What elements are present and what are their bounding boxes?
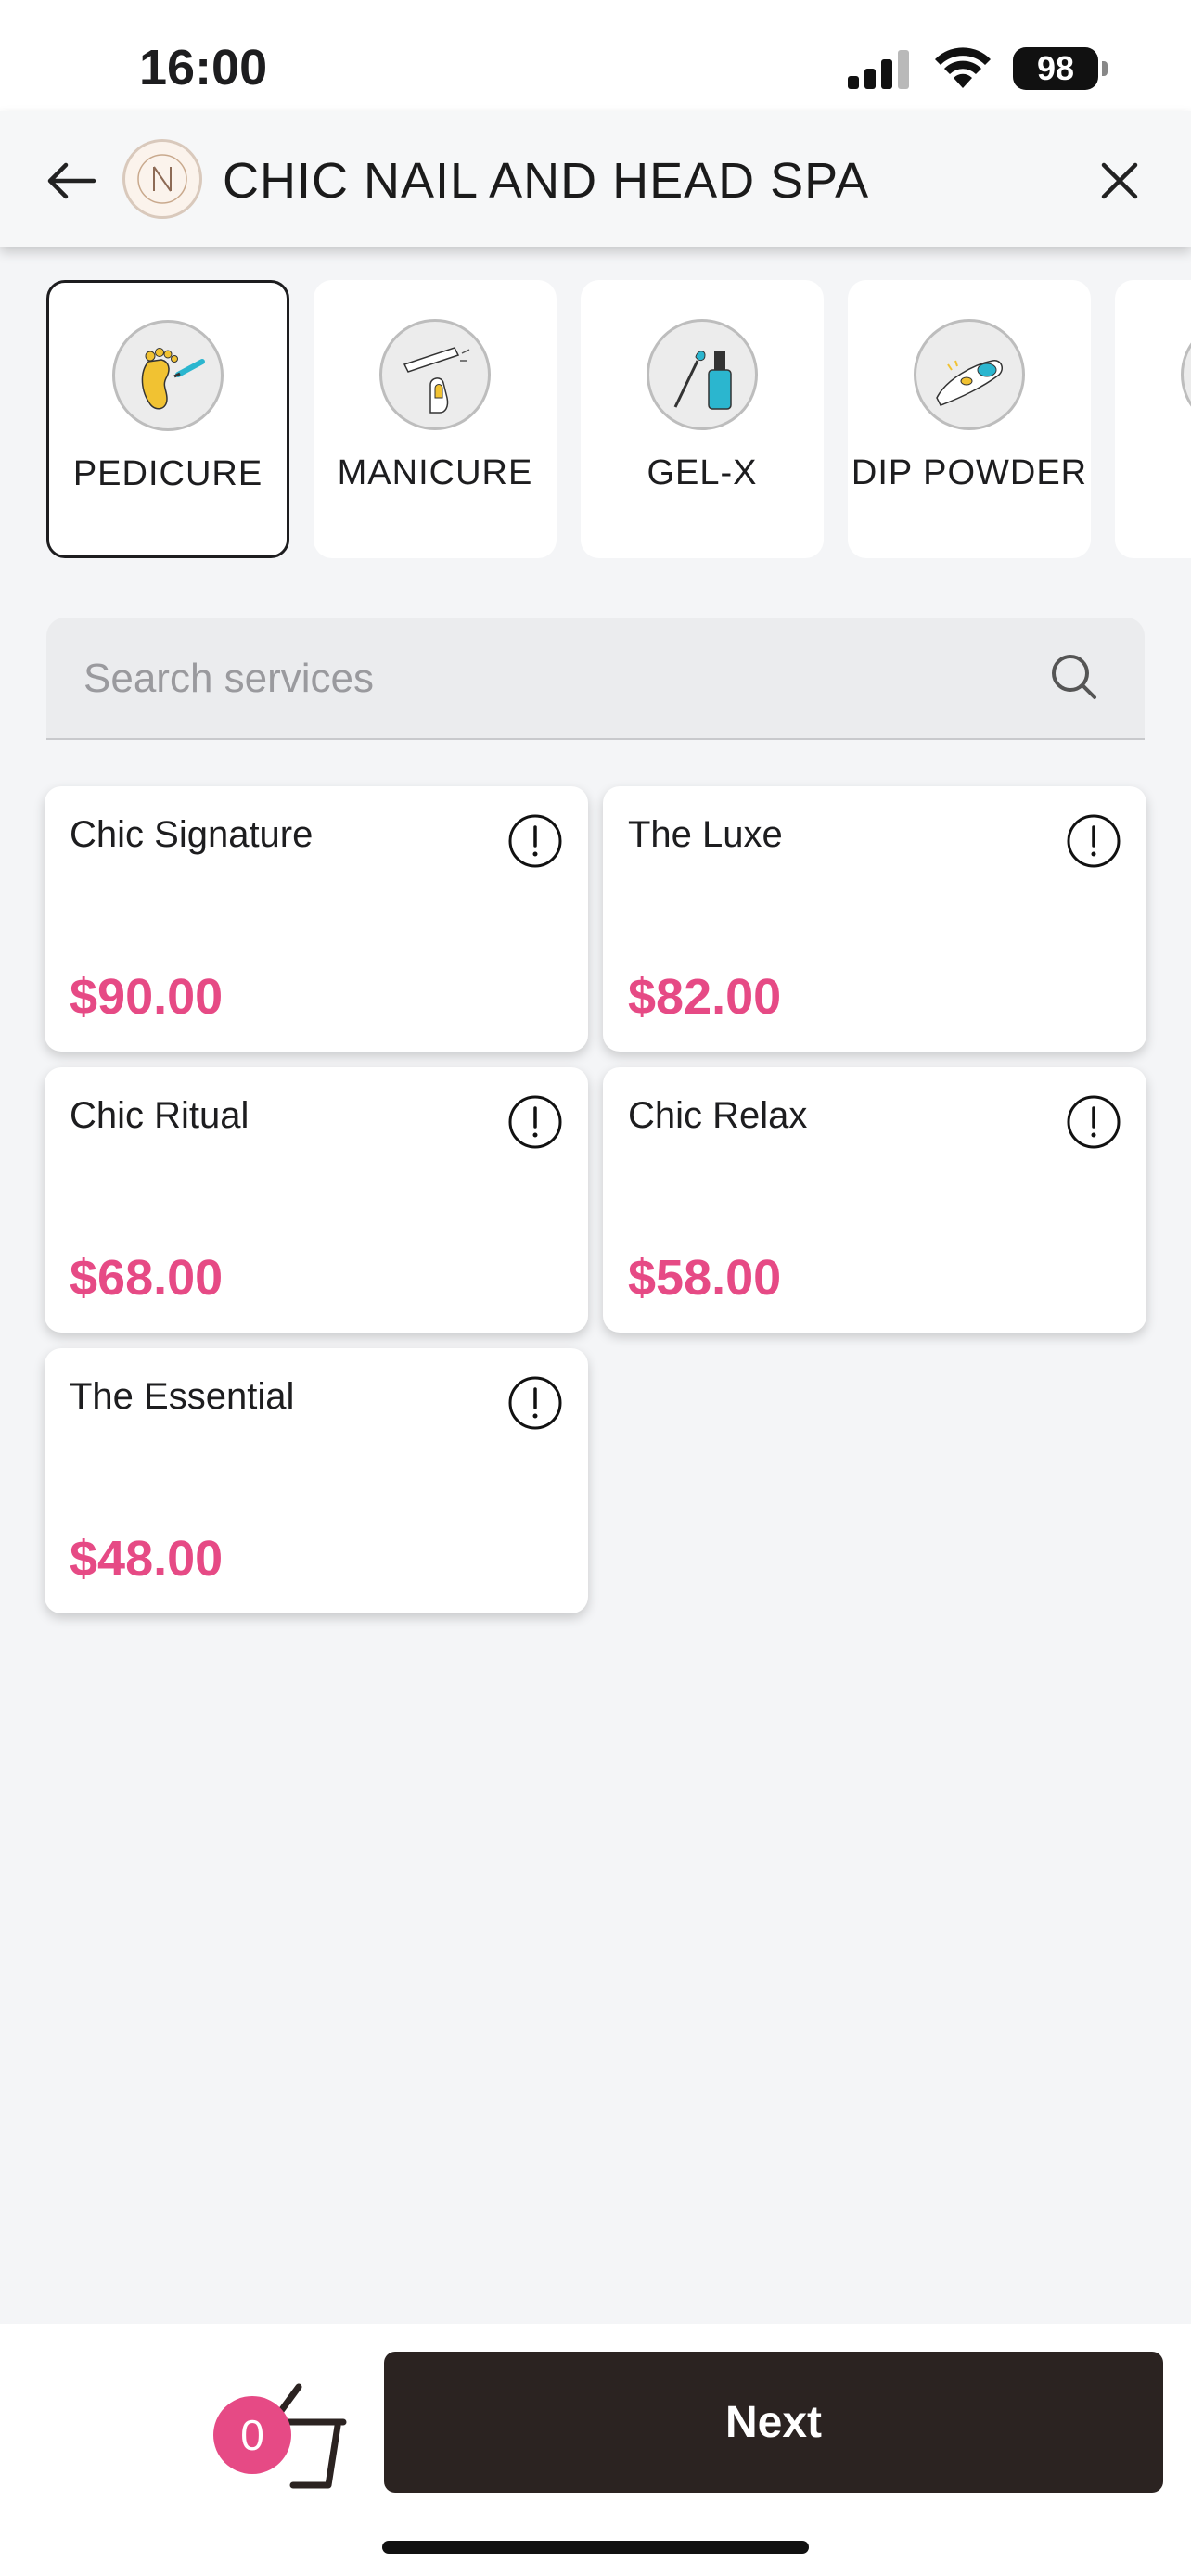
service-card-chic-ritual[interactable]: Chic Ritual $68.00: [45, 1067, 588, 1333]
search-bar: [46, 618, 1145, 740]
logo-monogram-icon: [137, 154, 187, 204]
service-card-the-luxe[interactable]: The Luxe $82.00: [603, 786, 1146, 1052]
bottom-action-bar: 0 Next: [0, 2324, 1191, 2576]
tab-partial-category[interactable]: A: [1115, 280, 1191, 558]
cellular-signal-icon: [848, 50, 909, 89]
service-name: The Essential: [70, 1376, 295, 1417]
dip-nail-icon: [914, 319, 1025, 430]
arrow-left-icon: [47, 162, 96, 199]
battery-level: 98: [1036, 49, 1075, 87]
nail-file-icon: [379, 319, 491, 430]
close-button[interactable]: [1087, 148, 1152, 213]
service-price: $58.00: [628, 1250, 782, 1306]
battery-indicator: 98: [1013, 47, 1108, 90]
search-icon[interactable]: [1046, 649, 1102, 705]
status-time: 16:00: [139, 40, 268, 96]
gel-polish-icon: [647, 319, 758, 430]
home-indicator: [382, 2541, 809, 2554]
close-icon: [1101, 162, 1138, 199]
status-icons: 98: [848, 47, 1108, 90]
tab-dip-powder[interactable]: DIP POWDER: [848, 280, 1091, 558]
service-name: Chic Signature: [70, 814, 314, 855]
service-card-chic-relax[interactable]: Chic Relax $58.00: [603, 1067, 1146, 1333]
service-card-chic-signature[interactable]: Chic Signature $90.00: [45, 786, 588, 1052]
service-name: The Luxe: [628, 814, 783, 855]
status-bar: 16:00 98: [0, 0, 1191, 111]
service-price: $48.00: [70, 1531, 224, 1587]
partial-category-icon: [1181, 319, 1191, 430]
category-label: PEDICURE: [72, 454, 263, 493]
category-tabs: PEDICURE MANICURE GEL-X DIP POWDER: [46, 280, 1191, 560]
wifi-icon: [935, 47, 991, 88]
page-title: CHIC NAIL AND HEAD SPA: [223, 153, 870, 209]
service-card-the-essential[interactable]: The Essential $48.00: [45, 1348, 588, 1613]
search-input[interactable]: [83, 649, 1011, 708]
service-name: Chic Relax: [628, 1095, 808, 1136]
category-label: GEL-X: [647, 453, 758, 492]
service-price: $68.00: [70, 1250, 224, 1306]
tab-gel-x[interactable]: GEL-X: [581, 280, 824, 558]
foot-polish-icon: [112, 320, 224, 431]
service-price: $90.00: [70, 969, 224, 1025]
next-button[interactable]: Next: [384, 2352, 1163, 2493]
info-icon[interactable]: [1065, 812, 1122, 870]
service-price: $82.00: [628, 969, 782, 1025]
info-icon[interactable]: [506, 1093, 564, 1151]
cart-button[interactable]: 0: [213, 2379, 352, 2500]
cart-count-badge: 0: [213, 2396, 291, 2474]
service-name: Chic Ritual: [70, 1095, 250, 1136]
info-icon[interactable]: [506, 1374, 564, 1432]
info-icon[interactable]: [506, 812, 564, 870]
salon-logo: [122, 139, 202, 219]
header: CHIC NAIL AND HEAD SPA: [0, 111, 1191, 247]
tab-pedicure[interactable]: PEDICURE: [46, 280, 289, 558]
category-label: MANICURE: [337, 453, 533, 492]
tab-manicure[interactable]: MANICURE: [314, 280, 557, 558]
back-button[interactable]: [39, 148, 104, 213]
info-icon[interactable]: [1065, 1093, 1122, 1151]
category-label: DIP POWDER: [851, 453, 1088, 492]
